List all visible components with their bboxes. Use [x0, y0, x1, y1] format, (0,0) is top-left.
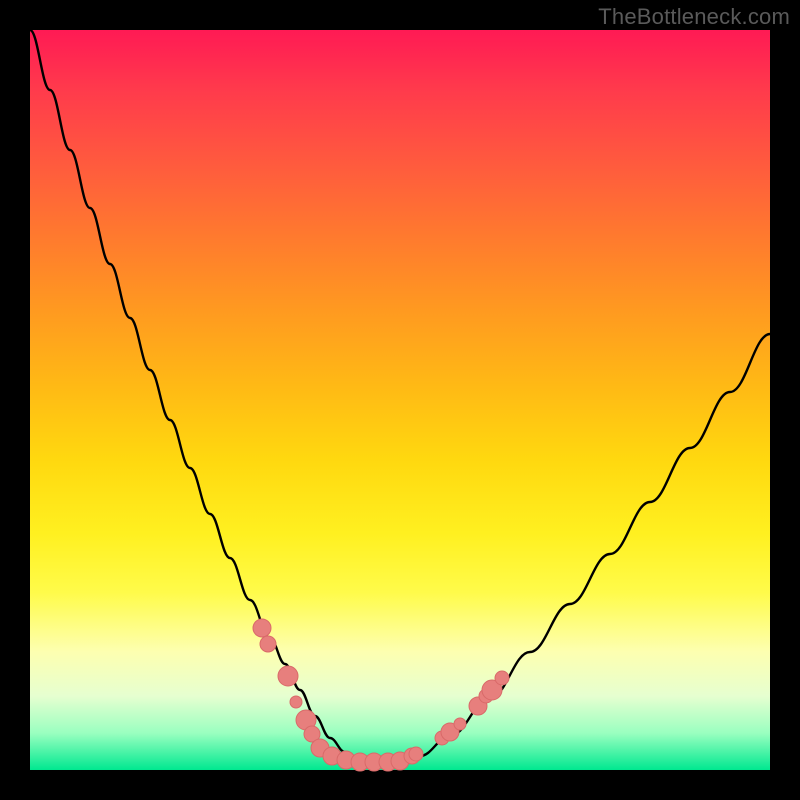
marker-group — [253, 619, 509, 771]
plot-area — [30, 30, 770, 770]
bottleneck-curve — [30, 30, 770, 762]
chart-svg — [30, 30, 770, 770]
data-marker — [278, 666, 298, 686]
chart-frame: TheBottleneck.com — [0, 0, 800, 800]
data-marker — [260, 636, 276, 652]
data-marker — [409, 747, 423, 761]
data-marker — [290, 696, 302, 708]
watermark-text: TheBottleneck.com — [598, 4, 790, 30]
data-marker — [495, 671, 509, 685]
data-marker — [253, 619, 271, 637]
data-marker — [454, 718, 466, 730]
